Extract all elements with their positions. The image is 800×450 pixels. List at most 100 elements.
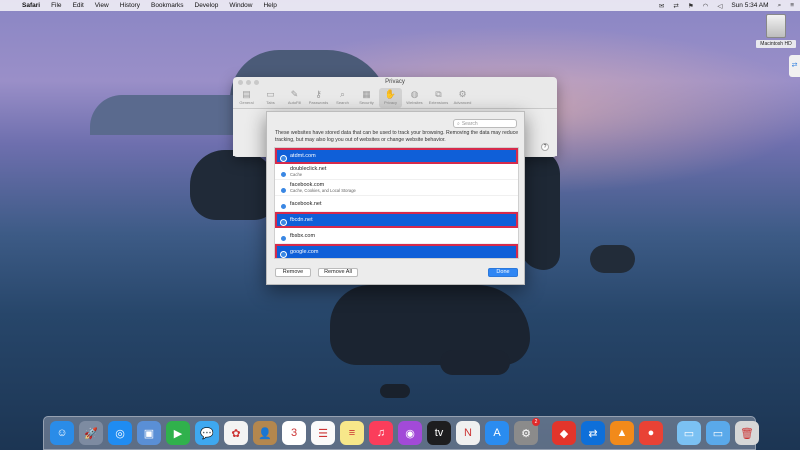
macintosh-hd-drive[interactable]: Macintosh HD [756,14,796,48]
website-row[interactable]: google.com [275,244,518,258]
tab-label: Websites [406,100,423,105]
tab-security[interactable]: ▦ Security [355,88,378,108]
tab-extensions[interactable]: ⧉ Extensions [427,88,450,108]
website-domain: fbsbx.com [290,232,316,239]
dock-glyph: ⚙ [521,427,531,440]
trash-icon[interactable]: 🗑 [735,421,759,445]
photo-preview-icon[interactable]: ▣ [137,421,161,445]
messages-icon[interactable]: 💬 [195,421,219,445]
launchpad-icon[interactable]: 🚀 [79,421,103,445]
website-text: fbcdn.net [290,217,313,223]
website-text: doubleclick.net Cache [290,166,326,178]
wifi-icon[interactable]: ◠ [703,2,709,10]
wallpaper-rock [520,150,560,270]
tab-general[interactable]: ▤ General [235,88,258,108]
menu-history[interactable]: History [120,2,140,9]
system-preferences-icon[interactable]: ⚙ 2 [514,418,540,445]
tab-privacy[interactable]: ✋ Privacy [379,88,402,108]
website-domain: fbcdn.net [290,216,313,223]
reminders-icon[interactable]: ☰ [311,421,335,445]
website-data-list[interactable]: atdmt.com doubleclick.net Cache facebook.co… [274,147,519,259]
website-data-detail: Cache [290,171,303,177]
tab-label: Security [359,100,374,105]
website-domain: atdmt.com [290,152,316,159]
website-row[interactable]: facebook.com Cache, Cookies, and Local St… [275,180,518,196]
notes-icon[interactable]: ≡ [340,421,364,445]
done-button[interactable]: Done [488,268,518,277]
tab-label: Advanced [453,100,472,105]
dock-glyph: ▶ [173,427,183,440]
globe-icon [280,235,287,242]
teamviewer-side-panel-icon[interactable]: ⇄ [789,55,800,77]
teamviewer-icon[interactable]: ⇄ [581,421,605,445]
website-row[interactable]: fbsbx.com [275,228,518,244]
safari-icon[interactable]: ◎ [108,421,132,445]
dock-glyph: ◆ [559,427,569,440]
menu-edit[interactable]: Edit [73,2,84,9]
menu-view[interactable]: View [95,2,109,9]
app-store-icon[interactable]: A [485,421,509,445]
help-button[interactable]: ? [541,143,549,151]
menu-bar: Safari File Edit View History Bookmarks … [0,0,800,11]
tab-label: Passwords [308,100,329,105]
photos-icon[interactable]: ✿ [224,421,248,445]
menu-bookmarks[interactable]: Bookmarks [151,2,184,9]
website-row[interactable]: fbcdn.net [275,212,518,228]
teamviewer-status-icon[interactable]: ⇄ [673,2,678,10]
preferences-toolbar: ▤ General ▭ Tabs ✎ AutoFill ⚷ Passwords ⌕ Search ▦… [233,87,557,109]
globe-icon [280,155,287,162]
search-icon: ⌕ [457,120,460,127]
contacts-icon[interactable]: 👤 [253,421,277,445]
flag-icon[interactable]: ⚑ [688,2,694,10]
downloads-folder-icon[interactable]: ▭ [706,421,730,445]
clock[interactable]: Sun 5:34 AM [731,2,768,9]
tab-tabs[interactable]: ▭ Tabs [259,88,282,108]
lock-icon: ▦ [362,89,371,99]
dock-glyph: ♫ [376,427,386,439]
wallpaper-rock [440,350,510,375]
remove-all-button[interactable]: Remove All [318,268,358,277]
music-icon[interactable]: ♫ [369,421,393,445]
mail-status-icon[interactable]: ✉ [659,2,664,10]
tab-passwords[interactable]: ⚷ Passwords [307,88,330,108]
dock-glyph: ☰ [318,427,328,440]
control-list-icon[interactable]: ≡ [790,2,794,9]
website-row[interactable]: doubleclick.net Cache [275,164,518,180]
menu-file[interactable]: File [51,2,61,9]
facetime-icon[interactable]: ▶ [166,421,190,445]
search-field[interactable]: ⌕ Search [453,119,517,128]
finder-icon[interactable]: ☺ [50,421,74,445]
news-icon[interactable]: N [456,421,480,445]
website-row[interactable]: facebook.net [275,196,518,212]
chrome-icon[interactable]: ● [639,421,663,445]
dock-glyph: 🗑 [740,427,754,440]
anydesk-icon[interactable]: ◆ [552,421,576,445]
tab-advanced[interactable]: ⚙ Advanced [451,88,474,108]
dock-glyph: ≡ [348,427,356,439]
menu-help[interactable]: Help [263,2,276,9]
tab-websites[interactable]: ◍ Websites [403,88,426,108]
search-icon: ⌕ [339,89,346,99]
calendar-icon[interactable]: 3 [282,421,306,445]
dock-glyph: 3 [290,427,298,439]
menu-window[interactable]: Window [229,2,252,9]
tab-autofill[interactable]: ✎ AutoFill [283,88,306,108]
notification-badge: 2 [532,418,540,426]
menu-app-name[interactable]: Safari [22,2,40,9]
folder-icon[interactable]: ▭ [677,421,701,445]
website-domain: facebook.net [290,200,322,207]
tv-icon[interactable]: tv [427,421,451,445]
menu-develop[interactable]: Develop [195,2,219,9]
spotlight-icon[interactable]: ⌕ [778,2,782,10]
globe-icon [280,203,287,210]
vlc-icon[interactable]: ▲ [610,421,634,445]
privacy-icon: ✋ [384,89,397,99]
volume-icon[interactable]: ◁ [717,2,722,10]
tab-label: Search [336,100,349,105]
remove-button[interactable]: Remove [275,268,311,277]
podcasts-icon[interactable]: ◉ [398,421,422,445]
autofill-icon: ✎ [290,89,299,99]
sheet-description: These websites have stored data that can… [275,130,519,143]
tab-search[interactable]: ⌕ Search [331,88,354,108]
website-row[interactable]: atdmt.com [275,148,518,164]
